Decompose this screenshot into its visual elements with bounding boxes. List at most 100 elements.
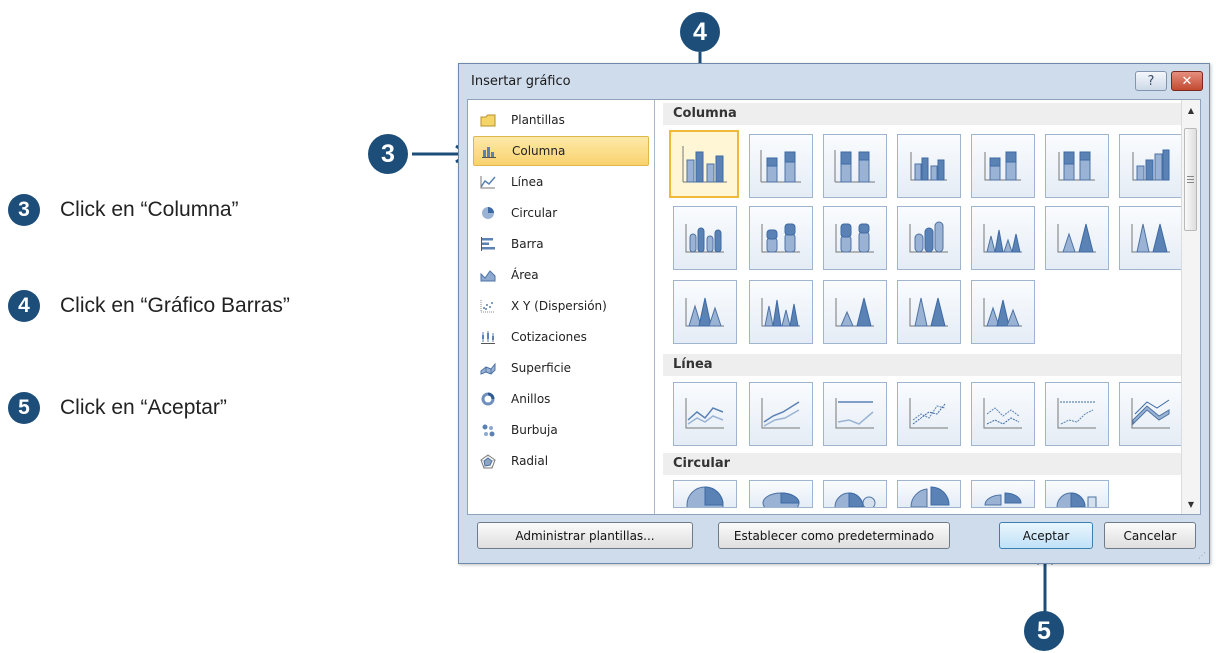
step-text: Click en “Columna” [60, 198, 239, 221]
section-header-columna: Columna [663, 103, 1181, 125]
chart-thumb-100-stacked-line-with-markers[interactable] [1045, 382, 1109, 446]
chart-thumb-clustered-cone[interactable] [971, 206, 1035, 270]
help-button[interactable]: ? [1135, 71, 1167, 91]
chart-thumb-100-stacked-cone[interactable] [1119, 206, 1181, 270]
radar-chart-icon [479, 453, 497, 469]
chart-thumb-100-stacked-cylinder[interactable] [823, 206, 887, 270]
category-item-cotizaciones[interactable]: Cotizaciones [473, 322, 649, 352]
dialog-titlebar[interactable]: Insertar gráfico ? ✕ [459, 64, 1209, 98]
category-item-area[interactable]: Área [473, 260, 649, 290]
chart-thumb-3d-column[interactable] [1119, 134, 1181, 198]
chart-thumb-clustered-cylinder[interactable] [673, 206, 737, 270]
category-item-columna[interactable]: Columna [473, 136, 649, 166]
category-label: Burbuja [511, 423, 558, 437]
instruction-step-4: 4 Click en “Gráfico Barras” [8, 289, 290, 323]
stock-chart-icon [479, 329, 497, 345]
scrollbar-thumb[interactable] [1184, 128, 1197, 231]
chart-thumb-3d-exploded-pie[interactable] [971, 480, 1035, 508]
chart-thumb-stacked-pyramid[interactable] [823, 280, 887, 344]
category-item-plantillas[interactable]: Plantillas [473, 105, 649, 135]
set-default-button[interactable]: Establecer como predeterminado [718, 522, 950, 549]
bubble-chart-icon [479, 422, 497, 438]
chart-type-gallery: Columna Línea Circular [663, 100, 1181, 514]
scatter-chart-icon [479, 298, 497, 314]
chart-thumb-3d-pie[interactable] [749, 480, 813, 508]
chart-thumb-100-stacked-column[interactable] [823, 134, 887, 198]
line-chart-icon [479, 174, 497, 190]
dialog-title: Insertar gráfico [471, 74, 571, 89]
category-label: Cotizaciones [511, 330, 587, 344]
chart-thumb-3d-100-stacked-column[interactable] [1045, 134, 1109, 198]
cancel-button[interactable]: Cancelar [1104, 522, 1196, 549]
chart-thumb-100-stacked-pyramid[interactable] [897, 280, 961, 344]
category-label: Anillos [511, 392, 551, 406]
chart-thumb-clustered-column[interactable] [669, 130, 739, 198]
chart-thumb-stacked-cone[interactable] [1045, 206, 1109, 270]
chart-thumb-stacked-line[interactable] [749, 382, 813, 446]
category-label: Área [511, 268, 539, 282]
chart-thumb-exploded-pie[interactable] [897, 480, 961, 508]
chart-thumb-3d-stacked-column[interactable] [971, 134, 1035, 198]
chart-thumb-3d-pyramid[interactable] [971, 280, 1035, 344]
category-item-superficie[interactable]: Superficie [473, 353, 649, 383]
surface-chart-icon [479, 360, 497, 376]
scroll-up-arrow-icon[interactable]: ▲ [1182, 102, 1200, 118]
chart-thumb-stacked-cylinder[interactable] [749, 206, 813, 270]
doughnut-chart-icon [479, 391, 497, 407]
instruction-step-5: 5 Click en “Aceptar” [8, 391, 227, 425]
resize-grip-icon[interactable]: ⋰ [1198, 551, 1206, 560]
category-label: Radial [511, 454, 549, 468]
category-item-linea[interactable]: Línea [473, 167, 649, 197]
category-label: Circular [511, 206, 558, 220]
section-header-linea: Línea [663, 354, 1181, 376]
category-item-xy-dispersion[interactable]: X Y (Dispersión) [473, 291, 649, 321]
step-badge: 4 [8, 290, 40, 322]
category-item-radial[interactable]: Radial [473, 446, 649, 476]
chart-thumb-stacked-line-with-markers[interactable] [971, 382, 1035, 446]
step-text: Click en “Gráfico Barras” [60, 294, 290, 317]
folder-icon [479, 112, 497, 128]
chart-thumb-3d-cylinder[interactable] [897, 206, 961, 270]
area-chart-icon [479, 267, 497, 283]
category-label: Plantillas [511, 113, 565, 127]
step-text: Click en “Aceptar” [60, 396, 227, 419]
callout-badge-5: 5 [1024, 611, 1064, 651]
chart-category-list: Plantillas Columna Línea Circular Barra … [468, 100, 655, 514]
section-header-circular: Circular [663, 453, 1181, 475]
pie-chart-icon [479, 205, 497, 221]
category-label: Línea [511, 175, 544, 189]
chart-thumb-3d-clustered-column[interactable] [897, 134, 961, 198]
ok-button[interactable]: Aceptar [999, 522, 1093, 549]
chart-thumb-pie-of-pie[interactable] [823, 480, 887, 508]
chart-thumb-line[interactable] [673, 382, 737, 446]
category-item-burbuja[interactable]: Burbuja [473, 415, 649, 445]
close-button[interactable]: ✕ [1171, 71, 1203, 91]
step-badge: 3 [8, 194, 40, 226]
category-label: Columna [512, 144, 566, 158]
chart-thumb-pie[interactable] [673, 480, 737, 508]
scroll-down-arrow-icon[interactable]: ▼ [1182, 496, 1200, 512]
dialog-content: Plantillas Columna Línea Circular Barra … [467, 99, 1201, 515]
instruction-step-3: 3 Click en “Columna” [8, 193, 239, 227]
chart-thumb-clustered-pyramid[interactable] [749, 280, 813, 344]
chart-thumb-3d-line[interactable] [1119, 382, 1181, 446]
chart-thumb-line-with-markers[interactable] [897, 382, 961, 446]
manage-templates-button[interactable]: Administrar plantillas... [477, 522, 693, 549]
category-item-barra[interactable]: Barra [473, 229, 649, 259]
category-item-anillos[interactable]: Anillos [473, 384, 649, 414]
insert-chart-dialog: Insertar gráfico ? ✕ Plantillas Columna [458, 63, 1210, 564]
bar-chart-icon [479, 236, 497, 252]
callout-badge-4: 4 [680, 12, 720, 52]
callout-badge-3: 3 [368, 134, 408, 174]
category-label: Superficie [511, 361, 572, 375]
chart-thumb-3d-cone[interactable] [673, 280, 737, 344]
category-label: X Y (Dispersión) [511, 299, 607, 313]
category-item-circular[interactable]: Circular [473, 198, 649, 228]
category-label: Barra [511, 237, 544, 251]
chart-thumb-bar-of-pie[interactable] [1045, 480, 1109, 508]
grip-icon [1187, 176, 1194, 183]
gallery-scrollbar[interactable]: ▲ ▼ [1181, 100, 1200, 514]
step-badge: 5 [8, 392, 40, 424]
chart-thumb-stacked-column[interactable] [749, 134, 813, 198]
chart-thumb-100-stacked-line[interactable] [823, 382, 887, 446]
